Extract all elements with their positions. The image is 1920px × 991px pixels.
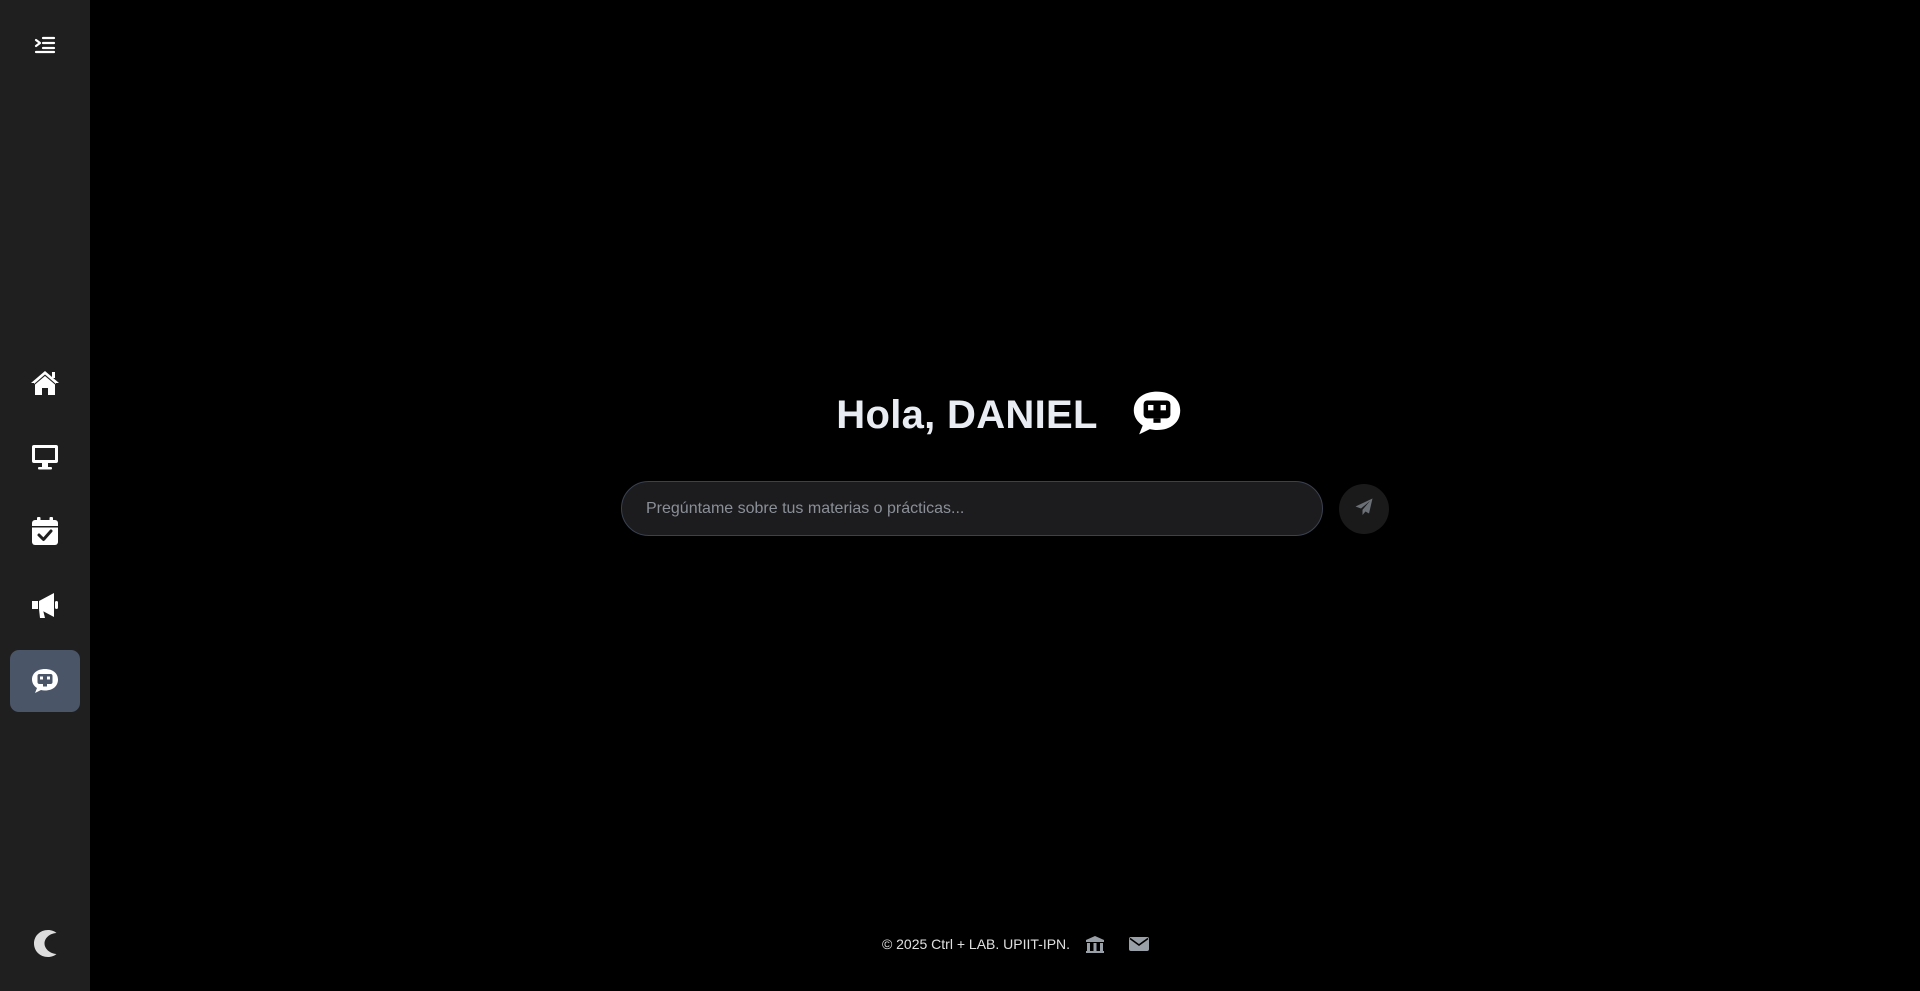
main-content: Hola, DANIEL © 2025 Ctrl <box>90 0 1920 991</box>
chatbot-icon <box>1130 388 1184 443</box>
sidebar-item-announcements[interactable] <box>10 574 80 636</box>
sidebar-item-calendar[interactable] <box>10 500 80 562</box>
moon-icon <box>31 928 59 958</box>
indent-menu-icon <box>33 33 57 57</box>
sidebar <box>0 0 90 991</box>
footer: © 2025 Ctrl + LAB. UPIIT-IPN. <box>90 935 1920 953</box>
home-icon <box>30 369 60 397</box>
envelope-icon[interactable] <box>1128 935 1150 953</box>
chatbot-icon <box>30 667 60 695</box>
monitor-icon <box>30 443 60 471</box>
chat-input-row <box>621 481 1389 536</box>
sidebar-item-devices[interactable] <box>10 426 80 488</box>
sidebar-item-chatbot[interactable] <box>10 650 80 712</box>
send-button[interactable] <box>1339 483 1389 534</box>
sidebar-item-home[interactable] <box>10 352 80 414</box>
greeting: Hola, DANIEL <box>90 388 1920 443</box>
paper-plane-icon <box>1354 497 1374 520</box>
chat-input[interactable] <box>621 481 1323 536</box>
menu-toggle-button[interactable] <box>10 14 80 76</box>
calendar-check-icon <box>31 516 59 546</box>
megaphone-icon <box>30 591 60 619</box>
theme-toggle-button[interactable] <box>10 912 80 974</box>
greeting-title: Hola, DANIEL <box>836 393 1098 437</box>
institution-icon[interactable] <box>1084 935 1106 953</box>
footer-copyright: © 2025 Ctrl + LAB. UPIIT-IPN. <box>881 936 1071 952</box>
